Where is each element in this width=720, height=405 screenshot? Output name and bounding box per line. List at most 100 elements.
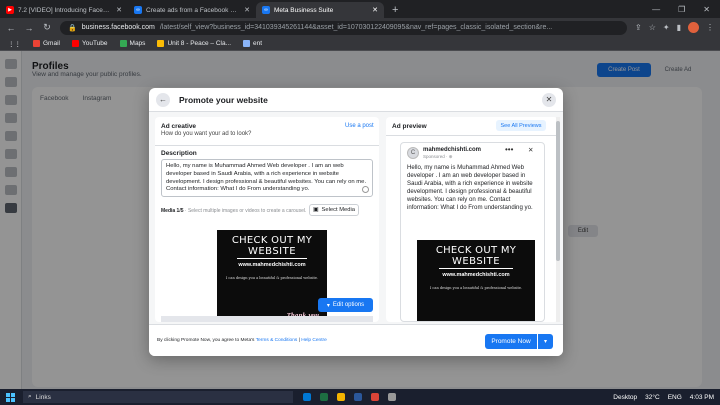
sidebar-icon[interactable]: ▮ — [677, 23, 681, 32]
minimize-icon[interactable]: — — [652, 5, 660, 14]
close-tab-icon[interactable]: ✕ — [372, 6, 378, 14]
scrollbar[interactable] — [556, 117, 560, 322]
divider — [386, 135, 558, 136]
edit-options-label: Edit options — [332, 302, 365, 308]
maps-icon — [119, 40, 127, 47]
excel-icon[interactable] — [320, 393, 328, 401]
see-all-previews-button[interactable]: See All Previews — [496, 120, 546, 131]
image-tagline: I can design you a beautiful & professio… — [225, 276, 319, 280]
ad-creative-question: How do you want your ad to look? — [161, 131, 252, 137]
select-media-label: Select Media — [321, 207, 355, 213]
select-media-button[interactable]: ▣ Select Media — [309, 204, 359, 216]
more-icon: ••• — [505, 145, 514, 154]
meta-icon: ∞ — [134, 6, 142, 14]
image-url: www.mahmedchishti.com — [238, 262, 306, 268]
language-label[interactable]: ENG — [668, 394, 682, 401]
youtube-icon: ▶ — [6, 6, 14, 14]
bookmark-youtube[interactable]: YouTube — [71, 40, 108, 47]
system-tray: Desktop 32°C ENG 4:03 PM — [613, 394, 714, 401]
bookmark-star-icon[interactable]: ☆ — [649, 23, 656, 32]
search-icon: ⌕ — [28, 393, 32, 400]
new-tab-button[interactable]: + — [384, 4, 406, 18]
share-icon[interactable]: ⇪ — [635, 23, 642, 32]
edge-icon[interactable] — [303, 393, 311, 401]
restore-icon[interactable]: ❐ — [678, 5, 685, 14]
help-centre-link[interactable]: Help Centre — [301, 338, 327, 343]
back-icon[interactable]: ← — [6, 23, 16, 33]
consent-text: By clicking Promote Now, you agree to Me… — [157, 338, 327, 343]
description-text: Hello, my name is Muhammad Ahmed Web dev… — [166, 163, 367, 193]
profile-avatar[interactable] — [688, 22, 699, 33]
clock[interactable]: 4:03 PM — [690, 394, 714, 401]
chevron-down-icon: ▾ — [326, 302, 330, 309]
close-tab-icon[interactable]: ✕ — [116, 6, 122, 14]
ad-creative-image[interactable]: CHECK OUT MY WEBSITE www.mahmedchishti.c… — [217, 230, 327, 322]
bookmark-gmail[interactable]: Gmail — [33, 40, 60, 47]
menu-icon[interactable]: ⋮ — [706, 23, 714, 32]
terms-link[interactable]: Terms & Conditions — [256, 338, 298, 343]
ad-creative-heading: Ad creative — [161, 123, 197, 130]
description-textarea[interactable]: Hello, my name is Muhammad Ahmed Web dev… — [161, 159, 373, 197]
folder-icon — [243, 40, 251, 47]
promote-dropdown-icon[interactable]: ▾ — [538, 334, 553, 349]
underline — [439, 268, 513, 269]
scrollbar-thumb[interactable] — [556, 121, 560, 261]
emoji-icon[interactable] — [362, 186, 369, 193]
back-arrow-icon[interactable]: ← — [156, 92, 170, 107]
business-suite-page: Profiles View and manage your public pro… — [0, 51, 720, 389]
file-explorer-icon[interactable] — [337, 393, 345, 401]
settings-icon[interactable] — [388, 393, 396, 401]
ad-preview-heading: Ad preview — [392, 123, 427, 130]
reload-icon[interactable]: ↻ — [42, 22, 52, 33]
edit-options-button[interactable]: ▾ Edit options — [318, 298, 373, 312]
image-url: www.mahmedchishti.com — [442, 272, 510, 278]
desktop-label[interactable]: Desktop — [613, 394, 637, 401]
url-path: /latest/self_view?business_id=3410393452… — [159, 24, 553, 31]
close-window-icon[interactable]: ✕ — [703, 5, 710, 14]
image-headline-1: CHECK OUT MY — [231, 235, 313, 246]
windows-start-icon[interactable] — [6, 392, 15, 402]
window-controls: — ❐ ✕ — [642, 5, 720, 18]
chrome-icon[interactable] — [371, 393, 379, 401]
media-label: Media 1/5 · Select multiple images or vi… — [161, 208, 306, 214]
bookmark-label: Unit 8 - Peace – Cla... — [167, 40, 232, 47]
forward-icon[interactable]: → — [24, 23, 34, 33]
promote-website-dialog: ← Promote your website ✕ Ad creative How… — [149, 88, 563, 356]
preview-image: CHECK OUT MY WEBSITE www.mahmedchishti.c… — [417, 240, 535, 321]
ad-preview-panel: Ad preview See All Previews C mahmedchis… — [386, 117, 558, 322]
underline — [237, 258, 307, 259]
consent-prefix: By clicking Promote Now, you agree to Me… — [157, 338, 255, 343]
bookmark-unit8[interactable]: Unit 8 - Peace – Cla... — [157, 40, 231, 47]
tab-youtube-video[interactable]: ▶ 7.2 [VIDEO] Introducing Facebook ✕ — [0, 2, 128, 18]
divider — [155, 145, 379, 146]
tab-meta-business-suite[interactable]: ∞ Meta Business Suite ✕ — [256, 2, 384, 18]
image-headline-1: CHECK OUT MY — [435, 245, 517, 256]
separator: | — [298, 338, 300, 343]
apps-icon[interactable]: ⋮⋮ — [8, 40, 21, 48]
close-icon[interactable]: ✕ — [542, 92, 556, 107]
search-text: Links — [35, 393, 51, 401]
image-headline-2: WEBSITE — [451, 256, 501, 267]
pinned-apps — [303, 393, 396, 401]
use-post-link[interactable]: Use a post — [345, 123, 374, 129]
tab-title: 7.2 [VIDEO] Introducing Facebook — [18, 6, 113, 14]
preview-text: Hello, my name is Muhammad Ahmed Web dev… — [407, 164, 533, 211]
bookmark-label: ent — [253, 40, 263, 47]
media-hint: · Select multiple images or videos to cr… — [184, 208, 307, 214]
weather-temp[interactable]: 32°C — [645, 394, 660, 401]
extensions: ⇪ ☆ ✦ ▮ ⋮ — [635, 22, 714, 33]
url-input[interactable]: 🔒 business.facebook.com/latest/self_view… — [60, 20, 628, 35]
tab-title: Meta Business Suite — [274, 6, 334, 14]
bookmark-ent[interactable]: ent — [243, 40, 262, 47]
taskbar-search[interactable]: ⌕ Links — [23, 391, 293, 403]
bookmark-maps[interactable]: Maps — [119, 40, 145, 47]
promote-now-button[interactable]: Promote Now — [485, 334, 537, 349]
extensions-icon[interactable]: ✦ — [663, 23, 670, 32]
browser-tab-bar: ▶ 7.2 [VIDEO] Introducing Facebook ✕ ∞ C… — [0, 0, 720, 18]
page-name: mahmedchishti.com — [423, 147, 482, 153]
url-host: business.facebook.com — [81, 24, 155, 31]
word-icon[interactable] — [354, 393, 362, 401]
close-tab-icon[interactable]: ✕ — [244, 6, 250, 14]
tab-create-ads[interactable]: ∞ Create ads from a Facebook Page ✕ — [128, 2, 256, 18]
close-icon: ✕ — [528, 147, 534, 154]
